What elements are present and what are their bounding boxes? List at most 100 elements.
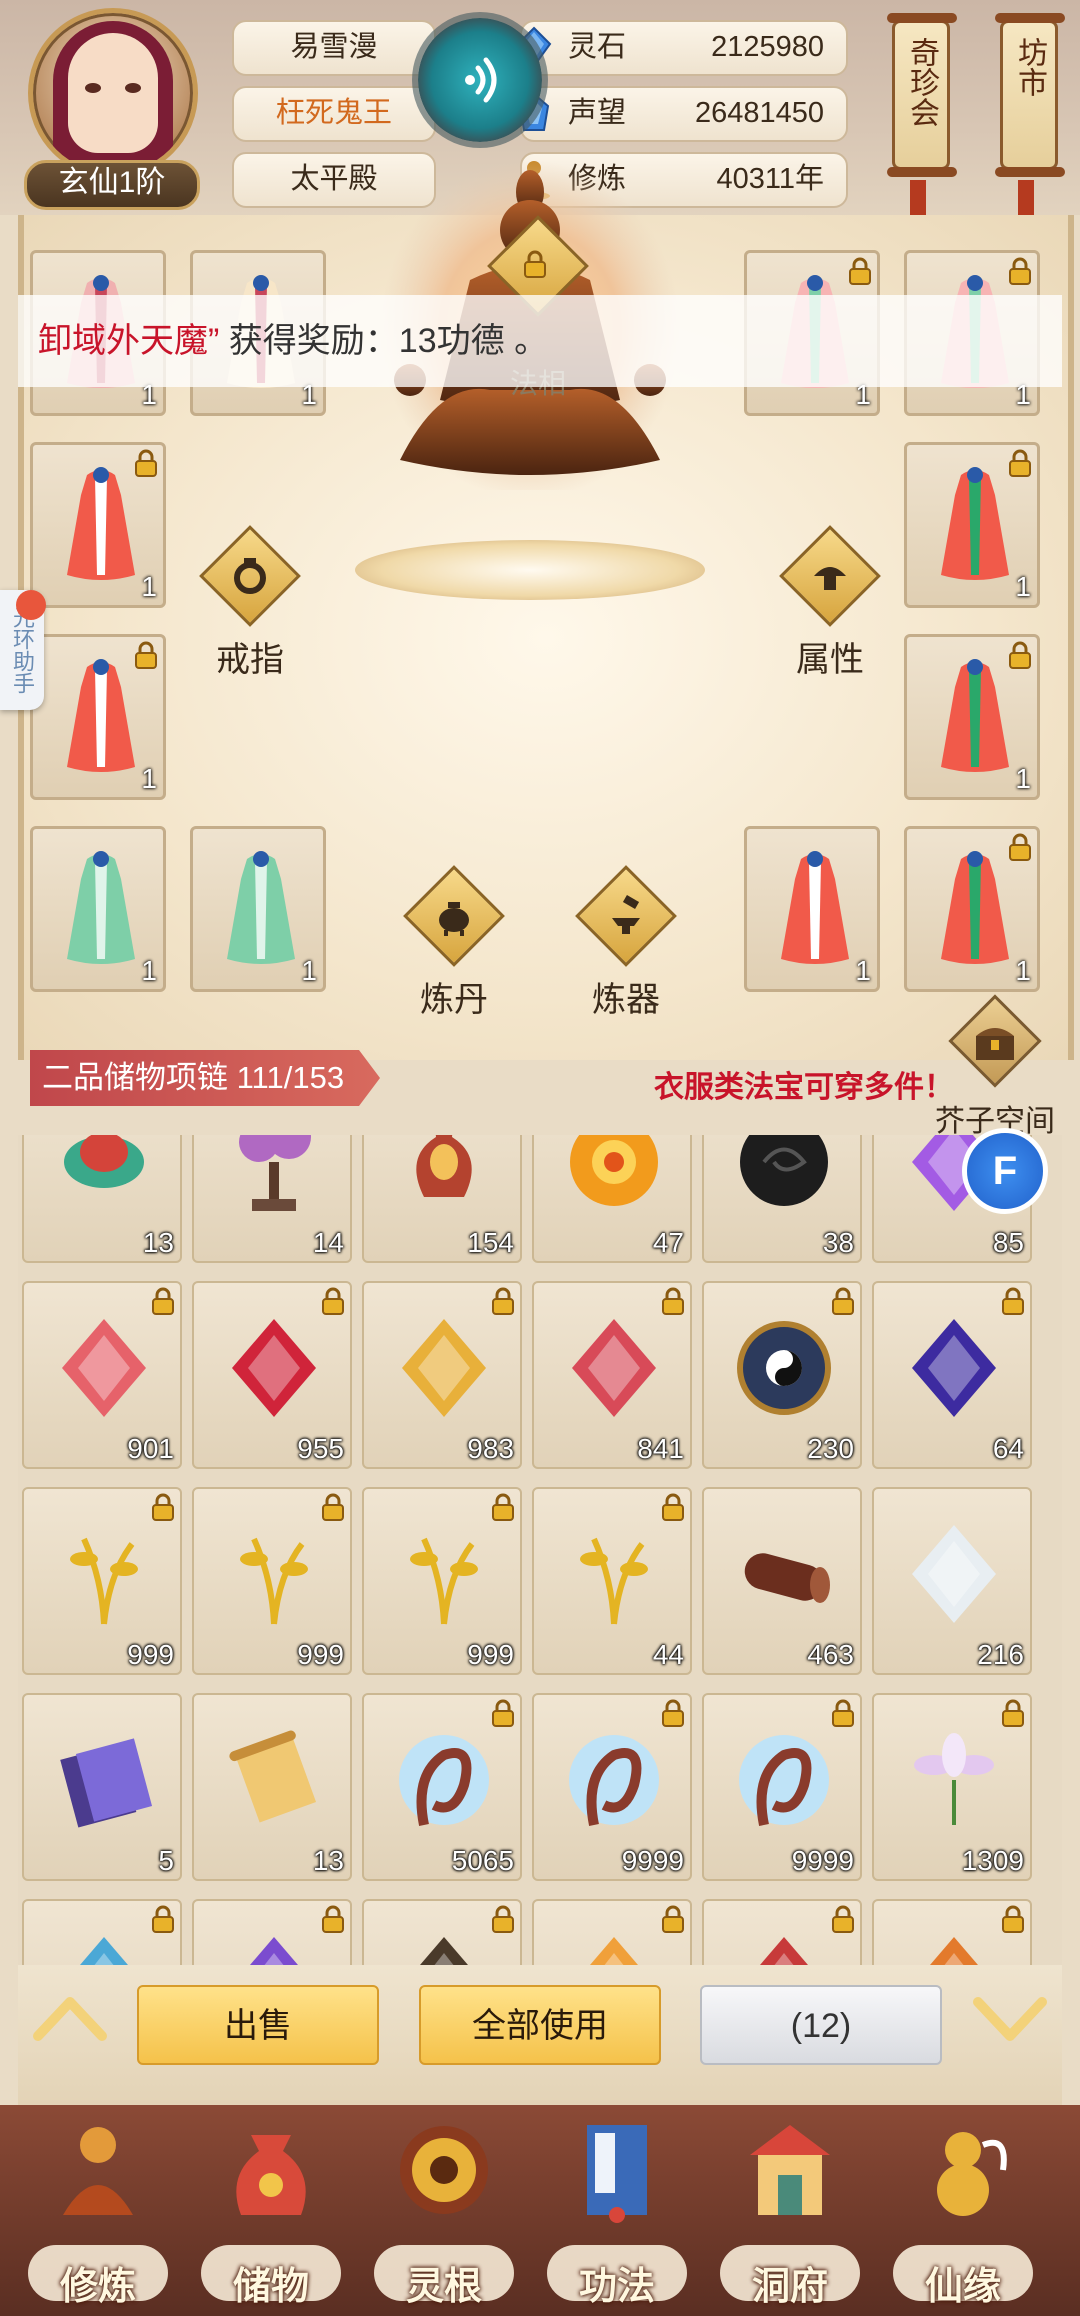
floating-assistant-button[interactable]: F [962, 1128, 1048, 1214]
lock-icon [322, 1287, 344, 1315]
inventory-item[interactable]: 38 [702, 1135, 862, 1263]
lotus-fruit-icon [402, 1319, 486, 1417]
left-equipment-slot[interactable]: 1 [30, 634, 166, 800]
marketplace-button[interactable]: 坊市 [995, 13, 1065, 177]
inventory-item[interactable]: 463 [702, 1487, 862, 1675]
sell-button[interactable]: 出售 [137, 1985, 379, 2065]
avatar[interactable] [28, 8, 198, 178]
inventory-item[interactable]: 9999 [532, 1693, 692, 1881]
inventory-item[interactable]: 5 [22, 1693, 182, 1881]
voice-chat-button[interactable] [418, 18, 542, 142]
attributes-button[interactable]: 属性 [760, 525, 900, 690]
inventory-item[interactable]: 13 [192, 1693, 352, 1881]
gourd-icon [937, 2132, 1007, 2216]
inventory-item[interactable]: 901 [22, 1281, 182, 1469]
lock-icon [322, 1905, 344, 1933]
alchemy-button[interactable]: 炼丹 [384, 865, 524, 1030]
koi-fish-icon [64, 1135, 144, 1188]
player-title: 枉死鬼王 [232, 86, 436, 142]
nav-meditation-monk[interactable]: 修炼 [18, 2115, 178, 2311]
lock-icon [662, 1905, 684, 1933]
speaker-wave-icon [465, 57, 497, 103]
straw-hat-icon [814, 567, 846, 590]
storage-tip: 衣服类法宝可穿多件！ [654, 1071, 954, 1104]
nav-treasure-bag[interactable]: 储物 [191, 2115, 351, 2311]
inventory-item[interactable]: 999 [362, 1487, 522, 1675]
inventory-item[interactable]: 9999 [702, 1693, 862, 1881]
inventory-item[interactable] [702, 1899, 862, 1970]
page-up-icon[interactable] [30, 1988, 110, 2048]
inventory-item[interactable]: 1309 [872, 1693, 1032, 1881]
left-equipment-slot[interactable]: 1 [30, 826, 166, 992]
inventory-item[interactable]: 999 [192, 1487, 352, 1675]
golden-grass-icon [580, 1537, 648, 1625]
lock-icon [492, 1905, 514, 1933]
inventory-item[interactable] [532, 1899, 692, 1970]
reward-notification: 卸域外天魔” 获得奖励：13功德 。 [18, 295, 1062, 387]
lock-icon [135, 641, 157, 669]
nav-gourd[interactable]: 仙缘 [883, 2115, 1043, 2311]
right-equipment-slot[interactable]: 1 [904, 442, 1040, 608]
inventory-item[interactable]: 841 [532, 1281, 692, 1469]
rank-badge: 玄仙1阶 [24, 160, 200, 210]
inventory-item[interactable]: 47 [532, 1135, 692, 1263]
nav-cave-palace[interactable]: 洞府 [710, 2115, 870, 2311]
dragon-herb-icon [739, 1735, 829, 1826]
void-crystal-icon [912, 1319, 996, 1417]
lock-icon [492, 1287, 514, 1315]
left-equipment-slot[interactable]: 1 [190, 826, 326, 992]
inventory-grid: 13 14 154 47 38 85 901 955 983 841 230 64 999 999 999 4… [18, 1135, 1062, 1970]
scroll-icon [229, 1730, 317, 1823]
lock-icon [1009, 257, 1031, 285]
right-equipment-slot[interactable]: 1 [904, 826, 1040, 992]
left-equipment-slot[interactable]: 1 [30, 442, 166, 608]
lock-icon [1002, 1905, 1024, 1933]
inventory-item[interactable] [22, 1899, 182, 1970]
robe-icon [227, 851, 295, 964]
talisman-icon [60, 1738, 153, 1828]
forging-button[interactable]: 炼器 [556, 865, 696, 1030]
lock-icon [492, 1493, 514, 1521]
lock-icon [1009, 833, 1031, 861]
nav-spirit-root[interactable]: 灵根 [364, 2115, 524, 2311]
inventory-item[interactable]: 154 [362, 1135, 522, 1263]
lock-icon [492, 1699, 514, 1727]
inventory-item[interactable]: 230 [702, 1281, 862, 1469]
white-crystal-icon [912, 1525, 996, 1623]
ring-button[interactable]: 戒指 [180, 525, 320, 690]
robe-icon [941, 659, 1009, 772]
inventory-item[interactable] [872, 1899, 1032, 1970]
notification-dot [16, 590, 46, 620]
inventory-item[interactable]: 216 [872, 1487, 1032, 1675]
inventory-item[interactable] [192, 1899, 352, 1970]
lock-icon [1002, 1699, 1024, 1727]
inventory-item[interactable]: 64 [872, 1281, 1032, 1469]
quantity-selector[interactable]: (12) [700, 1985, 942, 2065]
inventory-item[interactable]: 44 [532, 1487, 692, 1675]
right-equipment-slot[interactable]: 1 [744, 826, 880, 992]
robe-icon [781, 851, 849, 964]
inventory-item[interactable]: 5065 [362, 1693, 522, 1881]
inventory-item[interactable]: 955 [192, 1281, 352, 1469]
lock-icon [1009, 449, 1031, 477]
ring-icon [234, 558, 266, 594]
right-equipment-slot[interactable]: 1 [904, 634, 1040, 800]
lock-icon [152, 1287, 174, 1315]
golden-grass-icon [240, 1537, 308, 1625]
lock-icon [1002, 1287, 1024, 1315]
manual-book-icon [587, 2125, 647, 2223]
bonsai-tree-icon [239, 1135, 311, 1211]
inventory-item[interactable] [362, 1899, 522, 1970]
lock-icon [662, 1287, 684, 1315]
stat-reputation: 声望 26481450 [518, 86, 848, 142]
robe-icon [941, 851, 1009, 964]
inventory-item[interactable]: 999 [22, 1487, 182, 1675]
rare-treasure-market-button[interactable]: 奇珍会 [887, 13, 957, 177]
use-all-button[interactable]: 全部使用 [419, 1985, 661, 2065]
page-down-icon[interactable] [970, 1988, 1050, 2048]
inventory-item[interactable]: 13 [22, 1135, 182, 1263]
nav-manual-book[interactable]: 功法 [537, 2115, 697, 2311]
lock-icon [1009, 641, 1031, 669]
inventory-item[interactable]: 983 [362, 1281, 522, 1469]
inventory-item[interactable]: 14 [192, 1135, 352, 1263]
